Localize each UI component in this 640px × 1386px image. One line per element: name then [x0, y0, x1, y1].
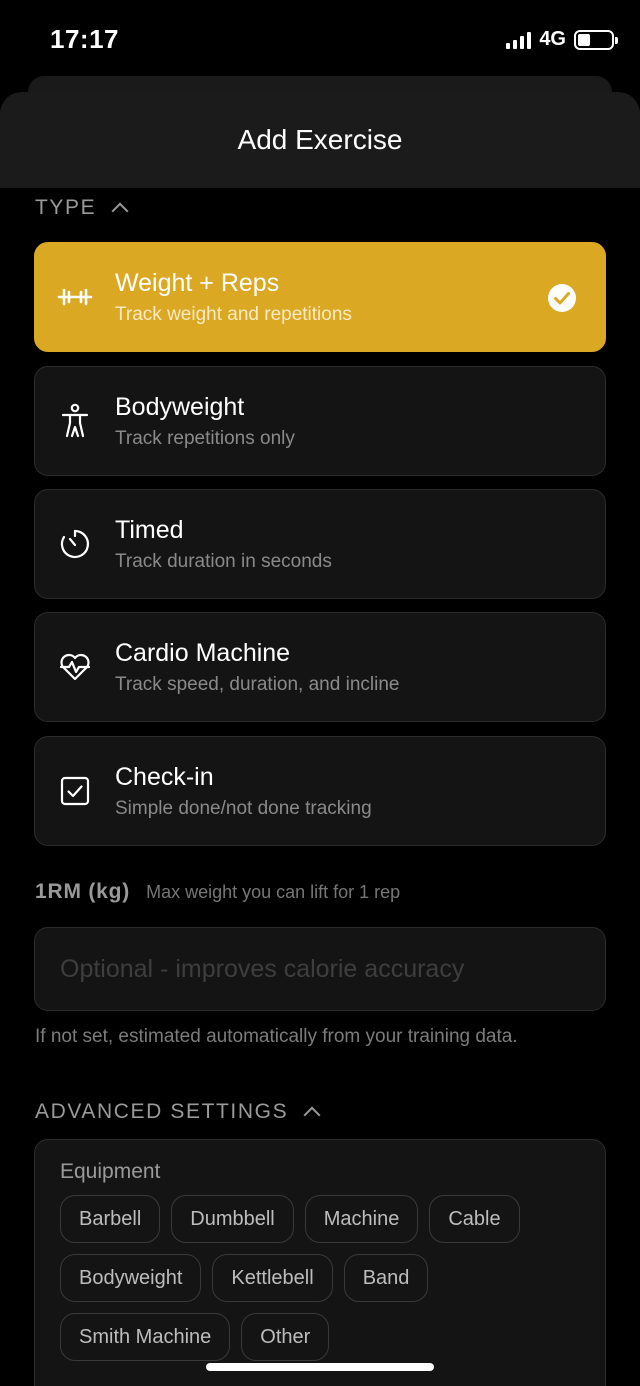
one-rm-input[interactable] [34, 927, 606, 1011]
type-option-check-in[interactable]: Check-in Simple done/not done tracking [34, 736, 606, 846]
equipment-chip-cable[interactable]: Cable [429, 1195, 520, 1243]
person-icon [35, 403, 115, 439]
one-rm-hint: Max weight you can lift for 1 rep [146, 882, 401, 902]
type-option-subtitle: Simple done/not done tracking [115, 797, 372, 819]
type-option-subtitle: Track duration in seconds [115, 550, 332, 572]
type-option-bodyweight[interactable]: Bodyweight Track repetitions only [34, 366, 606, 476]
one-rm-label-row: 1RM (kg) Max weight you can lift for 1 r… [35, 880, 400, 904]
type-option-subtitle: Track weight and repetitions [115, 303, 352, 325]
type-option-title: Check-in [115, 762, 214, 791]
equipment-chip-kettlebell[interactable]: Kettlebell [212, 1254, 333, 1302]
home-indicator[interactable] [206, 1363, 434, 1371]
chevron-up-icon [303, 1106, 321, 1124]
type-option-title: Bodyweight [115, 392, 245, 421]
equipment-chip-band[interactable]: Band [343, 1254, 429, 1302]
equipment-label: Equipment [60, 1160, 161, 1183]
sheet-header: Add Exercise [0, 92, 640, 188]
one-rm-label: 1RM (kg) [35, 880, 131, 903]
type-option-title: Timed [115, 515, 184, 544]
equipment-chip-other[interactable]: Other [241, 1313, 330, 1361]
equipment-chip-smith-machine[interactable]: Smith Machine [60, 1313, 231, 1361]
signal-icon [506, 31, 532, 49]
network-type: 4G [539, 28, 566, 50]
chevron-up-icon [111, 202, 129, 220]
sheet-title: Add Exercise [237, 124, 403, 155]
equipment-chip-machine[interactable]: Machine [304, 1195, 419, 1243]
type-section-label: TYPE [35, 196, 97, 219]
status-bar: 17:17 4G [0, 0, 640, 80]
one-rm-note: If not set, estimated automatically from… [35, 1026, 518, 1047]
equipment-chip-barbell[interactable]: Barbell [60, 1195, 161, 1243]
status-icons: 4G [506, 28, 618, 51]
type-option-subtitle: Track speed, duration, and incline [115, 673, 400, 695]
check-circle-icon [547, 283, 577, 318]
dumbbell-icon [35, 286, 115, 308]
heart-pulse-icon [35, 652, 115, 682]
type-section-toggle[interactable]: TYPE [35, 196, 129, 220]
type-option-title: Cardio Machine [115, 638, 291, 667]
status-time: 17:17 [50, 24, 119, 54]
equipment-chip-bodyweight[interactable]: Bodyweight [60, 1254, 202, 1302]
battery-icon [574, 29, 618, 50]
type-option-cardio-machine[interactable]: Cardio Machine Track speed, duration, an… [34, 612, 606, 722]
type-option-weight-reps[interactable]: Weight + Reps Track weight and repetitio… [34, 242, 606, 352]
equipment-chips: Barbell Dumbbell Machine Cable Bodyweigh… [60, 1195, 590, 1361]
checkbox-icon [35, 776, 115, 806]
advanced-settings-toggle[interactable]: ADVANCED SETTINGS [35, 1100, 321, 1124]
stopwatch-icon [35, 528, 115, 560]
advanced-settings-label: ADVANCED SETTINGS [35, 1100, 289, 1123]
type-option-timed[interactable]: Timed Track duration in seconds [34, 489, 606, 599]
equipment-chip-dumbbell[interactable]: Dumbbell [171, 1195, 294, 1243]
type-option-title: Weight + Reps [115, 268, 280, 297]
type-option-subtitle: Track repetitions only [115, 427, 295, 449]
